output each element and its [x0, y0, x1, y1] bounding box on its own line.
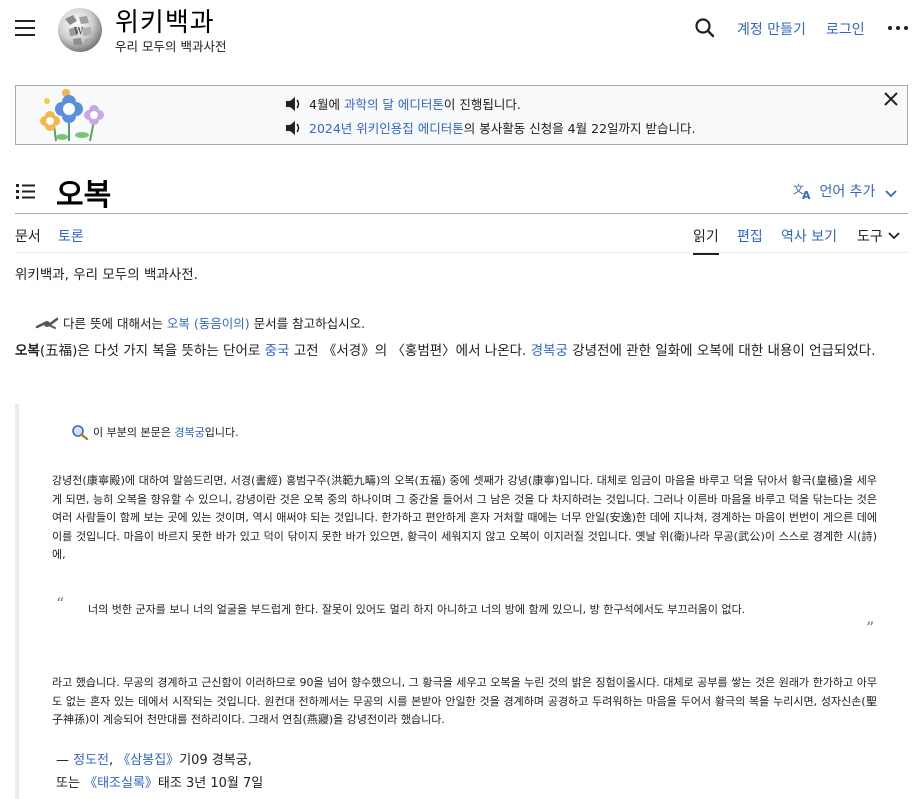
main-article-note: 이 부분의 본문은 경복궁입니다.	[71, 424, 239, 441]
taejo-sillok-link[interactable]: 《태조실록》	[84, 776, 158, 791]
attribution-text: 또는	[56, 776, 85, 791]
banner-text: 4월에	[309, 97, 344, 112]
tab-talk[interactable]: 토론	[58, 226, 84, 246]
blockquote-section: 이 부분의 본문은 경복궁입니다. 강녕전(康寧殿)에 대하여 말씀드리면, 서…	[15, 404, 908, 799]
flower-illustration	[40, 89, 104, 142]
tab-history[interactable]: 역사 보기	[781, 226, 837, 246]
tabs-divider	[15, 252, 908, 253]
attribution-text: 기09 경복궁,	[179, 753, 252, 768]
lead-text: 강녕전에 관한 일화에 오복에 대한 내용이 언급되었다.	[567, 343, 876, 359]
lead-text: 고전 《서경》의 〈홍범편〉에서 나온다.	[289, 343, 531, 359]
page-title: 오복	[56, 178, 112, 213]
wikiquote-editathon-link[interactable]: 2024년 위키인용집 에디터톤	[309, 121, 464, 136]
more-options-icon[interactable]	[887, 20, 909, 36]
chevron-down-icon	[885, 190, 897, 198]
banner-line-1: 4월에 과학의 달 에디터톤이 진행됩니다.	[285, 94, 521, 113]
menu-bar	[15, 34, 35, 36]
site-subtitle: 위키백과, 우리 모두의 백과사전.	[15, 267, 198, 283]
site-tagline: 우리 모두의 백과사전	[115, 39, 227, 54]
tab-read[interactable]: 읽기	[693, 226, 719, 255]
table-of-contents-icon[interactable]	[16, 182, 36, 200]
open-quote-mark: “	[56, 594, 65, 613]
title-divider	[15, 213, 908, 214]
speaker-icon	[286, 97, 300, 111]
magnifier-icon	[72, 425, 89, 441]
quote-paragraph-2: 라고 했습니다. 무공의 경계하고 근신함이 이러하므로 90을 넘어 향수했으…	[52, 676, 877, 726]
dot	[896, 26, 900, 30]
add-language-label: 언어 추가	[819, 184, 876, 200]
search-icon[interactable]	[693, 16, 717, 40]
gyeongbokgung-link[interactable]: 경복궁	[531, 343, 568, 359]
menu-bar	[15, 27, 35, 29]
site-header: W 위키백과 우리 모두의 백과사전 계정 만들기 로그인	[0, 0, 919, 60]
tab-edit[interactable]: 편집	[737, 226, 763, 246]
svg-text:W: W	[74, 27, 84, 37]
tools-label: 도구	[857, 229, 883, 245]
sambongjip-link[interactable]: 《삼봉집》	[117, 753, 179, 768]
disambiguation-link[interactable]: 오복 (동음이의)	[167, 316, 250, 331]
tab-article[interactable]: 문서	[15, 226, 41, 246]
hatnote-text: 문서를 참고하십시오.	[249, 316, 366, 331]
svg-text:A: A	[802, 189, 811, 200]
main-article-text: 이 부분의 본문은	[93, 426, 175, 439]
menu-bar	[15, 20, 35, 22]
create-account-link[interactable]: 계정 만들기	[737, 19, 806, 39]
site-notice-banner: 4월에 과학의 달 에디터톤이 진행됩니다. 2024년 위키인용집 에디터톤의…	[15, 85, 908, 145]
banner-text: 의 봉사활동 신청을 4월 22일까지 받습니다.	[463, 121, 696, 136]
china-link[interactable]: 중국	[265, 343, 290, 359]
main-menu-button[interactable]	[15, 20, 35, 36]
add-language-button[interactable]: 文 A 언어 추가	[793, 181, 898, 202]
login-link[interactable]: 로그인	[826, 19, 865, 39]
attribution-line-2: 또는 《태조실록》태조 3년 10월 7일	[56, 772, 263, 791]
dot	[904, 26, 908, 30]
attribution-text: 태조 3년 10월 7일	[157, 776, 264, 791]
hatnote: 다른 뜻에 대해서는 오복 (동음이의) 문서를 참고하십시오.	[35, 313, 365, 332]
wikipedia-globe-logo[interactable]: W	[55, 5, 105, 55]
lead-text: (五福)은 다섯 가지 복을 뜻하는 단어로	[39, 343, 265, 359]
chevron-down-icon	[888, 232, 900, 240]
science-month-editathon-link[interactable]: 과학의 달 에디터톤	[344, 97, 444, 112]
lead-term: 오복	[15, 343, 40, 359]
translate-icon: 文 A	[793, 182, 811, 202]
attribution-text: —	[56, 753, 74, 768]
lead-paragraph: 오복(五福)은 다섯 가지 복을 뜻하는 단어로 중국 고전 《서경》의 〈홍범…	[15, 340, 908, 362]
inner-quote: “ 너의 벗한 군자를 보니 너의 얼굴을 부드럽게 한다. 잘못이 있어도 멀…	[56, 594, 886, 642]
tab-tools[interactable]: 도구	[857, 226, 901, 246]
quote-paragraph-1: 강녕전(康寧殿)에 대하여 말씀드리면, 서경(書經) 홍범구주(洪範九疇)의 …	[52, 474, 877, 561]
banner-line-2: 2024년 위키인용집 에디터톤의 봉사활동 신청을 4월 22일까지 받습니다…	[285, 118, 695, 137]
speaker-icon	[286, 121, 300, 135]
jeong-dojeon-link[interactable]: 정도전	[73, 753, 109, 768]
disambiguation-icon	[35, 317, 59, 329]
site-wordmark[interactable]: 위키백과	[115, 2, 215, 39]
main-article-text: 입니다.	[204, 426, 239, 439]
attribution-line-1: — 정도전, 《삼봉집》기09 경복궁,	[56, 749, 252, 768]
main-article-link[interactable]: 경복궁	[174, 426, 204, 439]
hatnote-text: 다른 뜻에 대해서는	[63, 316, 167, 331]
dot	[888, 26, 892, 30]
banner-text: 이 진행됩니다.	[443, 97, 521, 112]
inner-quote-text: 너의 벗한 군자를 보니 너의 얼굴을 부드럽게 한다. 잘못이 있어도 멀리 …	[88, 603, 746, 616]
close-quote-mark: ”	[866, 618, 875, 637]
close-icon[interactable]	[883, 91, 899, 107]
